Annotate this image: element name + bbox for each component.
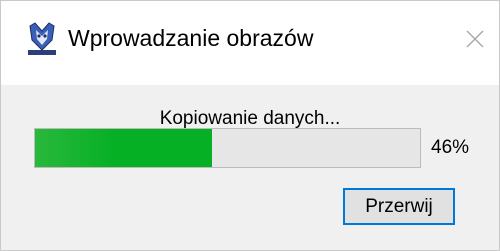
scanner-app-icon — [28, 22, 56, 55]
cancel-button[interactable]: Przerwij — [343, 188, 455, 225]
status-text: Kopiowanie danych... — [159, 108, 341, 129]
progress-percent: 46% — [431, 137, 470, 158]
close-icon[interactable] — [459, 23, 491, 55]
title-bar[interactable]: Wprowadzanie obrazów — [1, 1, 499, 85]
window-title: Wprowadzanie obrazów — [68, 25, 314, 51]
import-progress-dialog: Wprowadzanie obrazów Kopiowanie danych..… — [0, 0, 500, 251]
progress-bar — [34, 128, 421, 168]
progress-fill — [35, 129, 213, 167]
